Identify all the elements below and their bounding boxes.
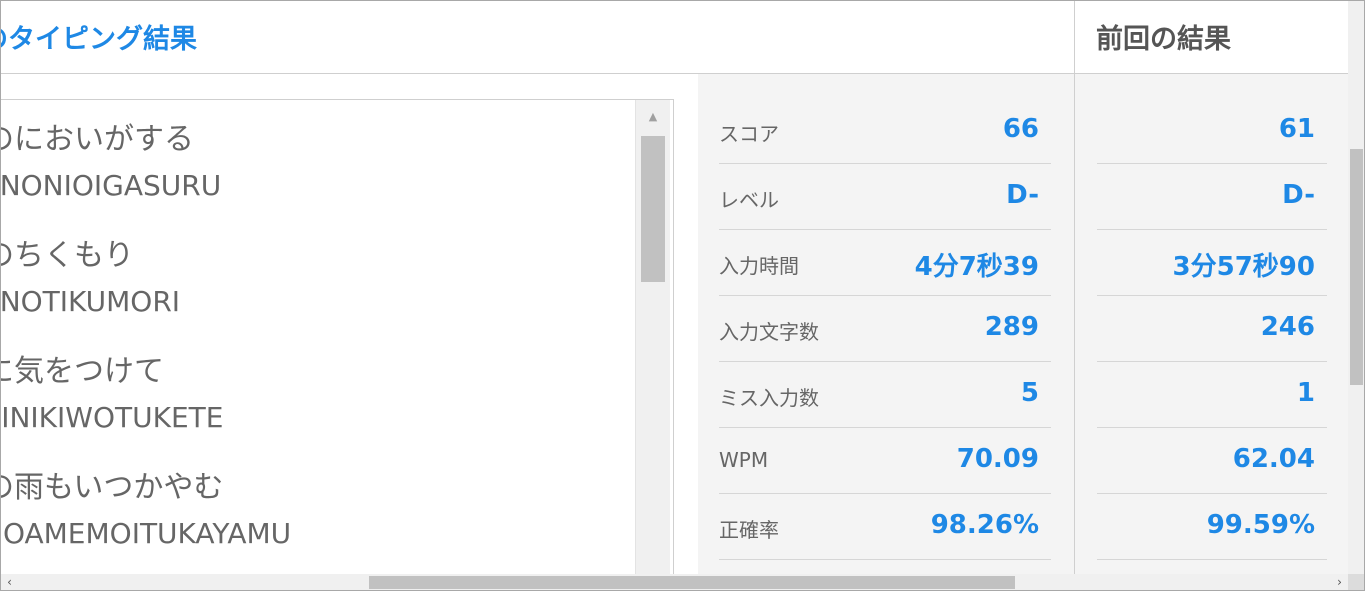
title-bar: のタイピング結果 [1, 1, 1074, 74]
stat-row-time: 入力時間 4分7秒39 [719, 230, 1051, 296]
stat-value: D- [1006, 180, 1039, 210]
prev-value: 1 [1296, 378, 1315, 408]
current-stats-panel: スコア 66 レベル D- 入力時間 4分7秒39 入力文字数 289 ミス入力… [698, 74, 1074, 574]
page-horizontal-scrollbar[interactable]: ‹ › [1, 574, 1348, 590]
typed-word-list[interactable]: のにおいがする ENONIOIGASURU のちくもり ENOTIKUMORI … [0, 99, 674, 590]
word-panel: のにおいがする ENONIOIGASURU のちくもり ENOTIKUMORI … [1, 74, 698, 590]
previous-result-header: 前回の結果 [1074, 1, 1349, 74]
prev-value: 99.59% [1206, 510, 1315, 540]
stat-value: 98.26% [930, 510, 1039, 540]
word-romaji: BINIKIWOTUKETE [0, 401, 224, 434]
list-item: のにおいがする ENONIOIGASURU [0, 117, 222, 209]
page-horizontal-scroll-thumb[interactable] [369, 576, 1015, 589]
page-title: のタイピング結果 [0, 24, 197, 55]
stat-row-level: レベル D- [719, 164, 1051, 230]
scroll-up-icon[interactable]: ▲ [636, 106, 670, 128]
stat-label: 入力時間 [719, 254, 799, 278]
stat-value: 5 [1020, 378, 1039, 408]
prev-row-wpm: 62.04 [1097, 428, 1327, 494]
prev-value: 3分57秒90 [1172, 252, 1315, 282]
page-vertical-scroll-thumb[interactable] [1350, 149, 1363, 385]
word-japanese: に気をつけて [0, 354, 164, 389]
stat-label: スコア [719, 122, 779, 146]
prev-row-level: D- [1097, 164, 1327, 230]
stat-row-accuracy: 正確率 98.26% [719, 494, 1051, 560]
prev-value: 62.04 [1232, 444, 1315, 474]
stat-label: 正確率 [719, 518, 779, 542]
stat-row-misses: ミス入力数 5 [719, 362, 1051, 428]
list-item: に気をつけて BINIKIWOTUKETE [0, 349, 224, 441]
word-romaji: ENOTIKUMORI [0, 285, 181, 318]
previous-result-title: 前回の結果 [1096, 24, 1231, 55]
stat-label: WPM [719, 448, 769, 472]
prev-row-score: 61 [1097, 98, 1327, 164]
scrollbar-corner [1348, 574, 1364, 590]
word-list-scrollbar[interactable]: ▲ [635, 100, 670, 590]
previous-stats-panel: 61 D- 3分57秒90 246 1 62.04 99.59% [1074, 74, 1349, 574]
prev-value: D- [1282, 180, 1315, 210]
stat-label: 入力文字数 [719, 320, 819, 344]
chevron-right-icon[interactable]: › [1331, 574, 1348, 590]
word-romaji: ENONIOIGASURU [0, 169, 222, 202]
page-vertical-scrollbar[interactable] [1348, 1, 1364, 574]
chevron-left-icon[interactable]: ‹ [1, 574, 18, 590]
list-item: の雨もいつかやむ NOAMEMOITUKAYAMU [0, 465, 292, 557]
prev-value: 61 [1278, 114, 1315, 144]
stat-value: 66 [1002, 114, 1039, 144]
stat-label: レベル [719, 188, 779, 212]
list-item: のちくもり ENOTIKUMORI [0, 233, 181, 325]
prev-row-chars: 246 [1097, 296, 1327, 362]
word-japanese: のにおいがする [0, 122, 194, 157]
prev-row-misses: 1 [1097, 362, 1327, 428]
word-japanese: のちくもり [1, 238, 134, 273]
stat-row-wpm: WPM 70.09 [719, 428, 1051, 494]
stat-row-chars: 入力文字数 289 [719, 296, 1051, 362]
word-japanese: の雨もいつかやむ [0, 470, 224, 505]
stat-value: 289 [984, 312, 1039, 342]
stat-value: 4分7秒39 [914, 252, 1039, 282]
stat-value: 70.09 [956, 444, 1039, 474]
prev-row-accuracy: 99.59% [1097, 494, 1327, 560]
prev-value: 246 [1260, 312, 1315, 342]
word-romaji: NOAMEMOITUKAYAMU [0, 517, 292, 550]
result-window: のタイピング結果 前回の結果 のにおいがする ENONIOIGASURU のちく… [0, 0, 1365, 591]
stat-row-score: スコア 66 [719, 98, 1051, 164]
prev-row-time: 3分57秒90 [1097, 230, 1327, 296]
word-list-scroll-thumb[interactable] [641, 136, 665, 282]
stat-label: ミス入力数 [719, 386, 819, 410]
